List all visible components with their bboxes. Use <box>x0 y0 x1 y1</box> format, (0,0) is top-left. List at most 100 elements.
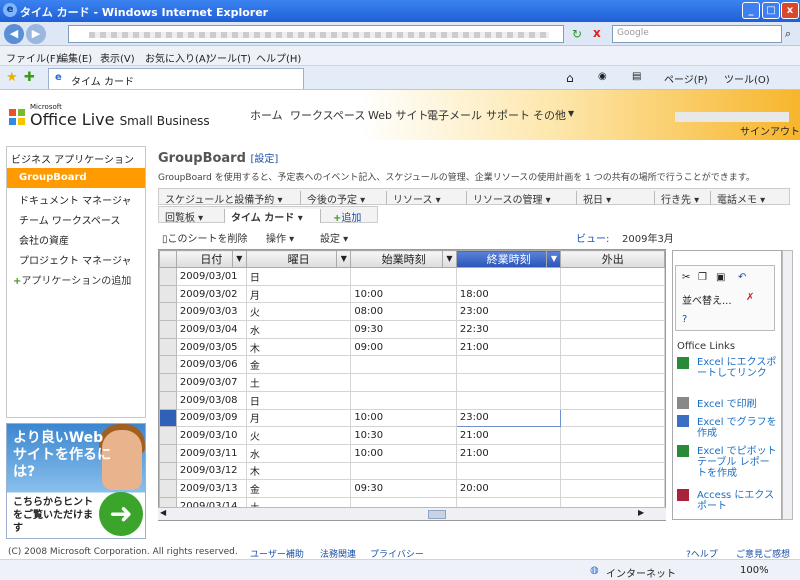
back-button[interactable]: ◀ <box>4 24 24 44</box>
scroll-right-icon[interactable]: ▶ <box>638 508 644 517</box>
minimize-button[interactable]: _ <box>742 2 760 19</box>
operations-menu[interactable]: 操作 ▾ <box>266 230 294 245</box>
cell-end[interactable] <box>455 267 562 286</box>
cell-out[interactable] <box>560 479 665 498</box>
cell-weekday[interactable]: 水 <box>245 320 352 339</box>
table-row[interactable]: 2009/03/04 水 09:30 22:30 <box>159 320 665 339</box>
table-row[interactable]: 2009/03/10 火 10:30 21:00 <box>159 426 665 445</box>
tab-resource-mgmt[interactable]: リソースの管理 ▾ <box>467 191 577 206</box>
cell-date[interactable]: 2009/03/12 <box>175 461 247 481</box>
chevron-down-icon[interactable]: ▼ <box>336 251 350 267</box>
tab-holidays[interactable]: 祝日 ▾ <box>577 191 655 206</box>
table-row[interactable]: 2009/03/05 木 09:00 21:00 <box>159 337 665 357</box>
tab-destinations[interactable]: 行き先 ▾ <box>655 191 711 206</box>
menu-tools[interactable]: ツール(T) <box>207 50 251 65</box>
cell-end[interactable]: 22:30 <box>455 320 562 339</box>
cell-end[interactable] <box>455 355 562 375</box>
forward-button[interactable]: ▶ <box>26 24 46 44</box>
cell-end[interactable] <box>455 390 562 410</box>
url-input[interactable] <box>68 25 564 43</box>
cell-end[interactable]: 21:00 <box>455 337 562 357</box>
copy-icon[interactable]: ❐ <box>698 272 707 283</box>
cell-date[interactable]: 2009/03/07 <box>175 373 247 392</box>
cell-date[interactable]: 2009/03/11 <box>175 443 247 463</box>
nav-workspace[interactable]: ワークスペース <box>290 107 365 123</box>
cell-end[interactable]: 21:00 <box>455 443 562 463</box>
col-header-start[interactable]: 始業時刻 ▼ <box>350 250 457 268</box>
cell-out[interactable] <box>560 337 665 357</box>
tips-banner[interactable]: より良いWebサイトを作るには? こちらからヒントをご覧いただけます ➜ <box>6 423 146 539</box>
sidebar-item-projects[interactable]: プロジェクト マネージャ <box>7 248 145 268</box>
link-print-excel[interactable]: Excel で印刷 <box>697 399 777 410</box>
cell-date[interactable]: 2009/03/08 <box>175 390 247 410</box>
search-icon[interactable]: ⌕ <box>785 27 791 41</box>
row-selector[interactable] <box>159 320 177 339</box>
col-header-weekday[interactable]: 曜日 ▼ <box>245 250 352 268</box>
cell-weekday[interactable]: 土 <box>245 373 352 392</box>
row-selector[interactable] <box>159 284 177 304</box>
row-selector[interactable] <box>159 390 177 410</box>
refresh-button[interactable]: ↻ <box>572 27 582 41</box>
tab-upcoming[interactable]: 今後の予定 ▾ <box>301 191 387 206</box>
paste-icon[interactable]: ▣ <box>716 272 725 283</box>
nav-website[interactable]: Web サイト <box>368 107 428 123</box>
settings-link[interactable]: 設定 <box>254 154 274 165</box>
link-export-access[interactable]: Access にエクスポート <box>697 490 777 512</box>
tools-menu[interactable]: ツール(O) <box>724 71 770 86</box>
clear-filter-icon[interactable]: ✗ <box>746 292 754 303</box>
menu-help[interactable]: ヘルプ(H) <box>256 50 301 65</box>
cell-date[interactable]: 2009/03/13 <box>175 479 247 498</box>
cell-start[interactable]: 10:00 <box>350 284 457 304</box>
nav-home[interactable]: ホーム <box>250 107 283 123</box>
table-row[interactable]: 2009/03/06 金 <box>159 355 665 375</box>
cell-end[interactable]: 21:00 <box>455 426 562 445</box>
feeds-icon[interactable]: ◉ <box>598 71 607 82</box>
chevron-down-icon[interactable]: ▼ <box>546 251 560 267</box>
table-row[interactable]: 2009/03/08 日 <box>159 390 665 410</box>
row-selector[interactable] <box>159 479 177 498</box>
cell-out[interactable] <box>560 373 665 392</box>
cell-date[interactable]: 2009/03/05 <box>175 337 247 357</box>
row-selector[interactable] <box>159 302 177 322</box>
cell-start[interactable] <box>350 390 457 410</box>
cell-weekday[interactable]: 日 <box>245 390 352 410</box>
home-icon[interactable]: ⌂ <box>566 71 574 85</box>
col-header-date[interactable]: 日付 ▼ <box>175 250 247 268</box>
scroll-left-icon[interactable]: ◀ <box>160 508 166 517</box>
cell-date[interactable]: 2009/03/09 <box>175 408 247 428</box>
table-row[interactable]: 2009/03/01 日 <box>159 267 665 286</box>
cell-date[interactable]: 2009/03/10 <box>175 426 247 445</box>
cell-out[interactable] <box>560 320 665 339</box>
cell-out[interactable] <box>560 284 665 304</box>
tab-add[interactable]: +追加 <box>327 209 377 224</box>
zoom-level[interactable]: 100% <box>740 565 769 576</box>
cell-weekday[interactable]: 木 <box>245 337 352 357</box>
cell-start[interactable] <box>350 355 457 375</box>
cell-out[interactable] <box>560 267 665 286</box>
menu-favorites[interactable]: お気に入り(A) <box>145 50 210 65</box>
add-favorite-icon[interactable]: ✚ <box>24 70 35 85</box>
cell-weekday[interactable]: 金 <box>245 479 352 498</box>
cell-out[interactable] <box>560 443 665 463</box>
table-row[interactable]: 2009/03/03 火 08:00 23:00 <box>159 302 665 322</box>
table-row[interactable]: 2009/03/11 水 10:00 21:00 <box>159 443 665 463</box>
cell-date[interactable]: 2009/03/01 <box>175 267 247 286</box>
search-input[interactable]: Google <box>612 25 782 43</box>
browser-tab[interactable]: タイム カード <box>48 68 304 89</box>
cell-weekday[interactable]: 金 <box>245 355 352 375</box>
cell-start[interactable]: 09:30 <box>350 320 457 339</box>
cell-start[interactable]: 09:30 <box>350 479 457 498</box>
cell-start[interactable]: 09:00 <box>350 337 457 357</box>
scroll-thumb[interactable] <box>428 510 446 519</box>
tab-schedule[interactable]: スケジュールと設備予約 ▾ <box>159 191 301 206</box>
menu-view[interactable]: 表示(V) <box>100 50 135 65</box>
view-selector[interactable]: 2009年3月 <box>622 230 674 245</box>
cell-out[interactable] <box>560 302 665 322</box>
cell-end[interactable]: 23:00 <box>455 408 562 428</box>
cell-start[interactable] <box>350 461 457 481</box>
row-selector[interactable] <box>159 461 177 481</box>
col-header-end[interactable]: 終業時刻 ▼ <box>455 250 562 268</box>
table-row[interactable]: 2009/03/12 木 <box>159 461 665 481</box>
row-selector[interactable] <box>159 443 177 463</box>
cell-date[interactable]: 2009/03/04 <box>175 320 247 339</box>
